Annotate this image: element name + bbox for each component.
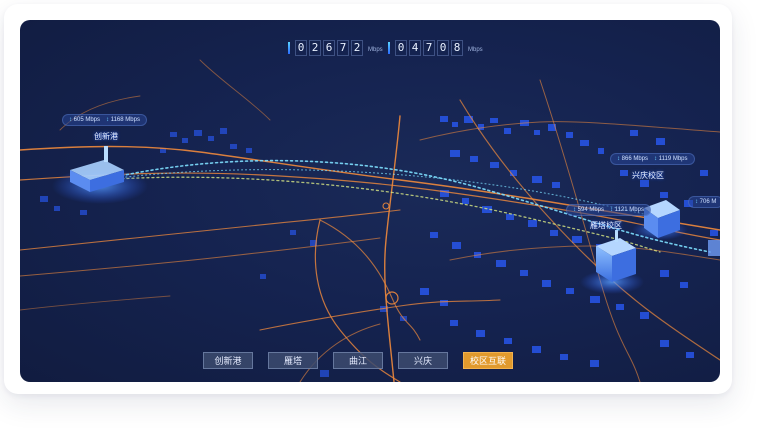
node-stats-xingqing: ↕ 866 Mbps ↕ 1119 Mbps [610,153,695,165]
counter-digit: 7 [337,40,349,56]
counter-digit: 2 [351,40,363,56]
download-rate: 1121 Mbps [614,207,644,213]
node-stats-yanta: ↕ 594 Mbps ↕ 1121 Mbps [566,204,651,216]
node-stats-qujiang: ↕ 706 M [688,196,720,208]
tab-campus-interconnect[interactable]: 校区互联 [463,352,513,369]
speed-counter-upload: 0 2 6 7 2 Mbps [288,40,383,56]
campus-chuangxingang-model [52,146,148,204]
down-arrow-icon: ↕ [695,199,698,205]
map-viewport[interactable]: 0 2 6 7 2 Mbps 0 4 7 0 8 Mbps ↕ 605 Mbps… [20,20,720,382]
tab-xingqing[interactable]: 兴庆 [398,352,448,369]
counter-digit: 0 [437,40,449,56]
counter-unit: Mbps [468,47,483,53]
counter-digit: 2 [309,40,321,56]
screenshot-card: 0 2 6 7 2 Mbps 0 4 7 0 8 Mbps ↕ 605 Mbps… [4,4,732,394]
down-arrow-icon: ↕ [610,207,614,213]
counter-digit: 4 [409,40,421,56]
upload-arrow-icon [288,42,290,54]
upload-rate: 866 Mbps [621,156,649,162]
download-rate: 1168 Mbps [110,117,140,123]
node-label-yanta[interactable]: 雁塔校区 [590,220,622,231]
tab-chuangxingang[interactable]: 创新港 [203,352,253,369]
down-arrow-icon: ↕ [654,156,658,162]
upload-rate: 594 Mbps [577,207,605,213]
download-rate: 1119 Mbps [658,156,688,162]
campus-tab-bar: 创新港 雁塔 曲江 兴庆 校区互联 [203,352,513,369]
city-map [20,59,720,382]
counter-digit: 0 [295,40,307,56]
counter-digit: 0 [395,40,407,56]
download-arrow-icon [388,42,390,54]
counter-digit: 8 [451,40,463,56]
up-arrow-icon: ↕ [69,117,72,123]
tab-yanta[interactable]: 雁塔 [268,352,318,369]
upload-rate: 605 Mbps [73,117,101,123]
download-rate: 706 M [699,199,717,205]
node-label-chuangxingang[interactable]: 创新港 [94,131,118,142]
tab-qujiang[interactable]: 曲江 [333,352,383,369]
campus-yanta-model [580,230,644,294]
node-stats-chuangxingang: ↕ 605 Mbps ↕ 1168 Mbps [62,114,147,126]
speed-counter-download: 0 4 7 0 8 Mbps [388,40,483,56]
up-arrow-icon: ↕ [573,207,576,213]
node-label-xingqing[interactable]: 兴庆校区 [632,170,664,181]
down-arrow-icon: ↕ [106,117,110,123]
up-arrow-icon: ↕ [617,156,620,162]
counter-digit: 6 [323,40,335,56]
counter-unit: Mbps [368,47,383,53]
counter-digit: 7 [423,40,435,56]
